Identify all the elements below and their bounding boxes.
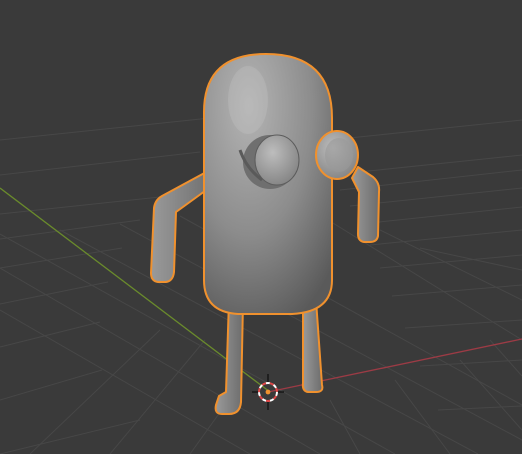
right-eye-highlight [325, 138, 353, 172]
body-highlight [228, 66, 268, 134]
3d-viewport[interactable] [0, 0, 522, 454]
viewport-canvas[interactable] [0, 0, 522, 454]
